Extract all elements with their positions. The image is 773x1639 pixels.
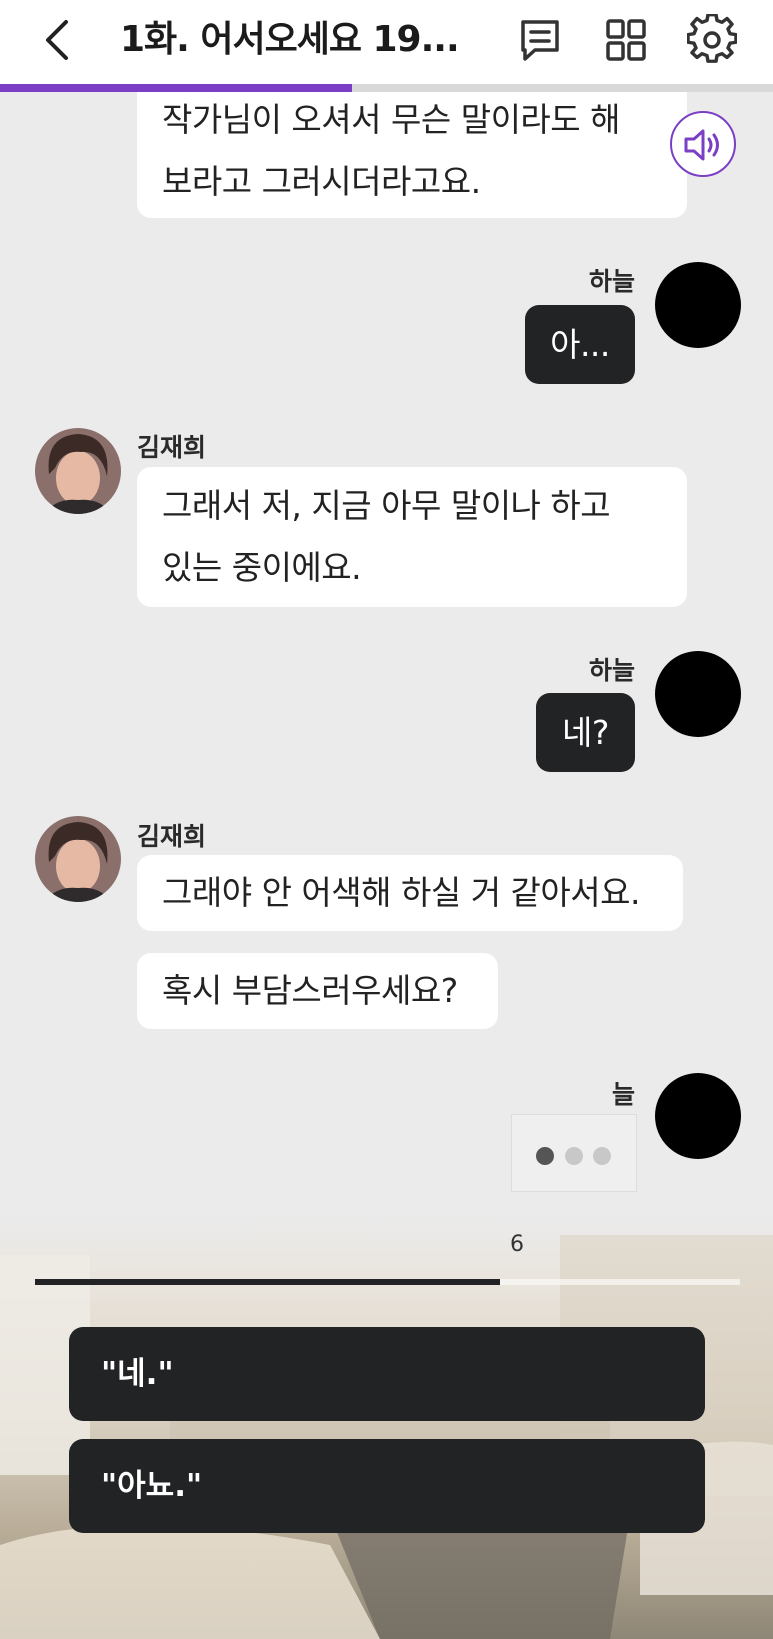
- user-avatar: [655, 651, 741, 737]
- choice-timer-count: 6: [510, 1232, 524, 1257]
- episode-progress-bar: [0, 84, 773, 92]
- sound-toggle-button[interactable]: [670, 111, 736, 177]
- user-name: 하늘: [588, 267, 635, 296]
- npc-message-bubble: 그래야 안 어색해 하실 거 같아서요.: [137, 855, 683, 931]
- message-line: 보라고 그러시더라고요.: [162, 162, 481, 201]
- user-name: 하늘: [588, 656, 635, 685]
- choice-timer-fill: [35, 1279, 501, 1285]
- user-message-bubble: 아...: [525, 305, 635, 384]
- user-avatar: [655, 262, 741, 348]
- message-line: 그래서 저, 지금 아무 말이나 하고: [162, 486, 611, 525]
- typing-dot: [593, 1147, 611, 1165]
- npc-avatar: [35, 816, 121, 902]
- npc-portrait-icon: [35, 816, 121, 902]
- user-avatar: [655, 1073, 741, 1159]
- npc-message-bubble: 혹시 부담스러우세요?: [137, 953, 498, 1029]
- typing-dot: [565, 1147, 583, 1165]
- speaker-icon: [684, 129, 719, 161]
- npc-name: 김재희: [137, 822, 207, 851]
- message-line: 작가님이 오셔서 무슨 말이라도 해: [162, 100, 621, 139]
- user-name: 늘: [611, 1080, 635, 1109]
- npc-message-bubble: 작가님이 오셔서 무슨 말이라도 해 보라고 그러시더라고요.: [137, 84, 687, 218]
- choice-option-1[interactable]: "네.": [69, 1327, 705, 1421]
- back-button[interactable]: [38, 14, 82, 66]
- npc-avatar: [35, 428, 121, 514]
- episode-progress-fill: [0, 84, 352, 92]
- settings-button[interactable]: [686, 13, 738, 66]
- gear-icon: [686, 13, 738, 63]
- npc-name: 김재희: [137, 433, 207, 462]
- choice-timer-bar: [35, 1279, 740, 1285]
- chat-log-icon: [521, 20, 559, 61]
- episode-title: 1화. 어서오세요 19...: [120, 19, 460, 60]
- chat-log-button[interactable]: [515, 14, 565, 66]
- user-message-bubble: 네?: [536, 693, 635, 772]
- typing-indicator: [511, 1114, 637, 1192]
- choice-option-2[interactable]: "아뇨.": [69, 1439, 705, 1533]
- npc-portrait-icon: [35, 428, 121, 514]
- npc-message-bubble: 그래서 저, 지금 아무 말이나 하고 있는 중이에요.: [137, 467, 687, 607]
- grid-button[interactable]: [601, 14, 651, 66]
- chevron-left-icon: [46, 20, 68, 60]
- top-bar: 1화. 어서오세요 19...: [0, 0, 773, 84]
- grid-icon: [606, 19, 646, 61]
- typing-dot: [536, 1147, 554, 1165]
- message-line: 있는 중이에요.: [162, 548, 362, 587]
